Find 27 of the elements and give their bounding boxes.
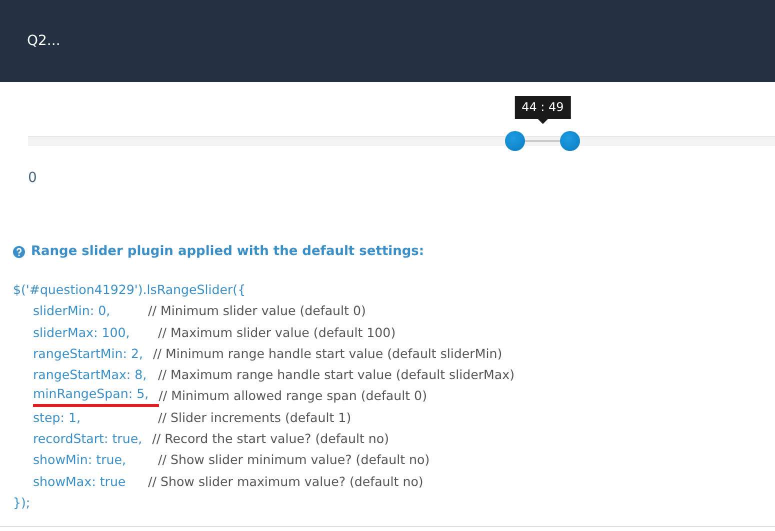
setting-text: showMin: true,: [33, 451, 127, 470]
code-comment: // Show slider maximum value? (default no): [148, 472, 424, 491]
question-title: Q2...: [27, 33, 60, 49]
setting-text: sliderMin: 0,: [33, 302, 112, 320]
code-comment: // Maximum range handle start value (default sliderMax): [158, 366, 514, 384]
code-comment: // Show slider minimum value? (default no): [158, 451, 430, 470]
setting-text: recordStart: true,: [33, 430, 144, 448]
help-title: Range slider plugin applied with the default settings:: [31, 244, 424, 259]
code-comment: // Minimum slider value (default 0): [148, 302, 366, 320]
code-comment: // Slider increments (default 1): [158, 408, 352, 427]
code-comment: // Minimum allowed range span (default 0): [158, 387, 427, 406]
setting-text: step: 1,: [33, 408, 82, 427]
value-tooltip: 44 : 49: [514, 96, 571, 124]
min-value: 0: [28, 170, 37, 186]
slider-handle[interactable]: [560, 131, 580, 151]
setting-text: rangeStartMax: 8,: [33, 366, 148, 384]
setting-text: sliderMax: 100,: [33, 324, 131, 342]
slider-handle[interactable]: [505, 131, 526, 151]
help-icon: [13, 246, 25, 258]
setting-text: rangeStartMin: 2,: [33, 344, 144, 363]
code-line: $('#question41929').lsRangeSlider({: [13, 282, 246, 297]
underlined-setting: minRangeSpan: 5,: [33, 385, 159, 408]
code-comment: // Minimum range handle start value (default sliderMin): [153, 344, 502, 363]
code-comment: // Maximum slider value (default 100): [158, 324, 396, 342]
setting-text: showMax: true: [33, 472, 127, 491]
code-comment: // Record the start value? (default no): [152, 430, 390, 448]
code-line: });: [13, 494, 30, 510]
